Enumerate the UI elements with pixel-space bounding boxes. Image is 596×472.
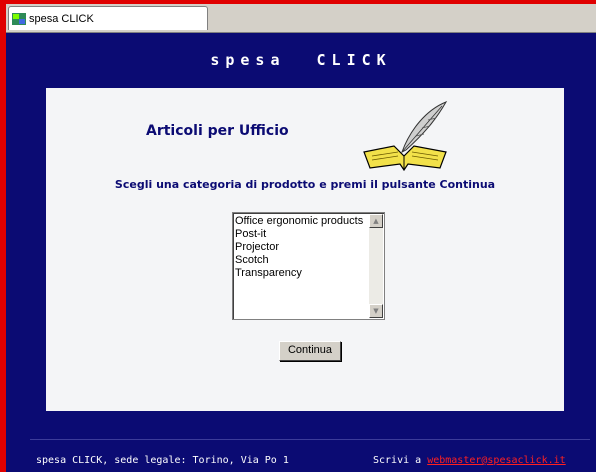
list-item[interactable]: Post-it: [235, 228, 363, 241]
footer-address: spesa CLICK, sede legale: Torino, Via Po…: [36, 455, 289, 466]
scroll-up-icon[interactable]: ▲: [369, 214, 383, 228]
page-body: spesa CLICK Articoli per Ufficio Scegli …: [6, 33, 596, 472]
footer-contact: Scrivi a webmaster@spesaclick.it: [373, 455, 566, 466]
category-list: Office ergonomic products Post-it Projec…: [235, 215, 363, 280]
browser-tab-bar: spesa CLICK: [6, 4, 596, 33]
section-title: Articoli per Ufficio: [146, 123, 289, 139]
tab-favicon-icon: [12, 12, 26, 25]
browser-tab[interactable]: spesa CLICK: [8, 6, 208, 30]
list-item[interactable]: Office ergonomic products: [235, 215, 363, 228]
site-title: spesa CLICK: [210, 51, 392, 69]
footer-divider: [30, 439, 590, 440]
scroll-down-icon[interactable]: ▼: [369, 304, 383, 318]
footer-contact-prefix: Scrivi a: [373, 455, 422, 466]
webmaster-email-link[interactable]: webmaster@spesaclick.it: [427, 455, 565, 466]
quill-book-icon: [354, 100, 454, 172]
list-item[interactable]: Transparency: [235, 267, 363, 280]
continue-button[interactable]: Continua: [279, 341, 341, 361]
category-listbox[interactable]: Office ergonomic products Post-it Projec…: [232, 212, 385, 320]
list-item[interactable]: Projector: [235, 241, 363, 254]
list-item[interactable]: Scotch: [235, 254, 363, 267]
instruction-text: Scegli una categoria di prodotto e premi…: [114, 178, 496, 191]
listbox-scrollbar[interactable]: ▲ ▼: [369, 214, 383, 318]
tab-title: spesa CLICK: [29, 12, 94, 25]
content-panel: Articoli per Ufficio Scegli una categori…: [46, 88, 564, 411]
